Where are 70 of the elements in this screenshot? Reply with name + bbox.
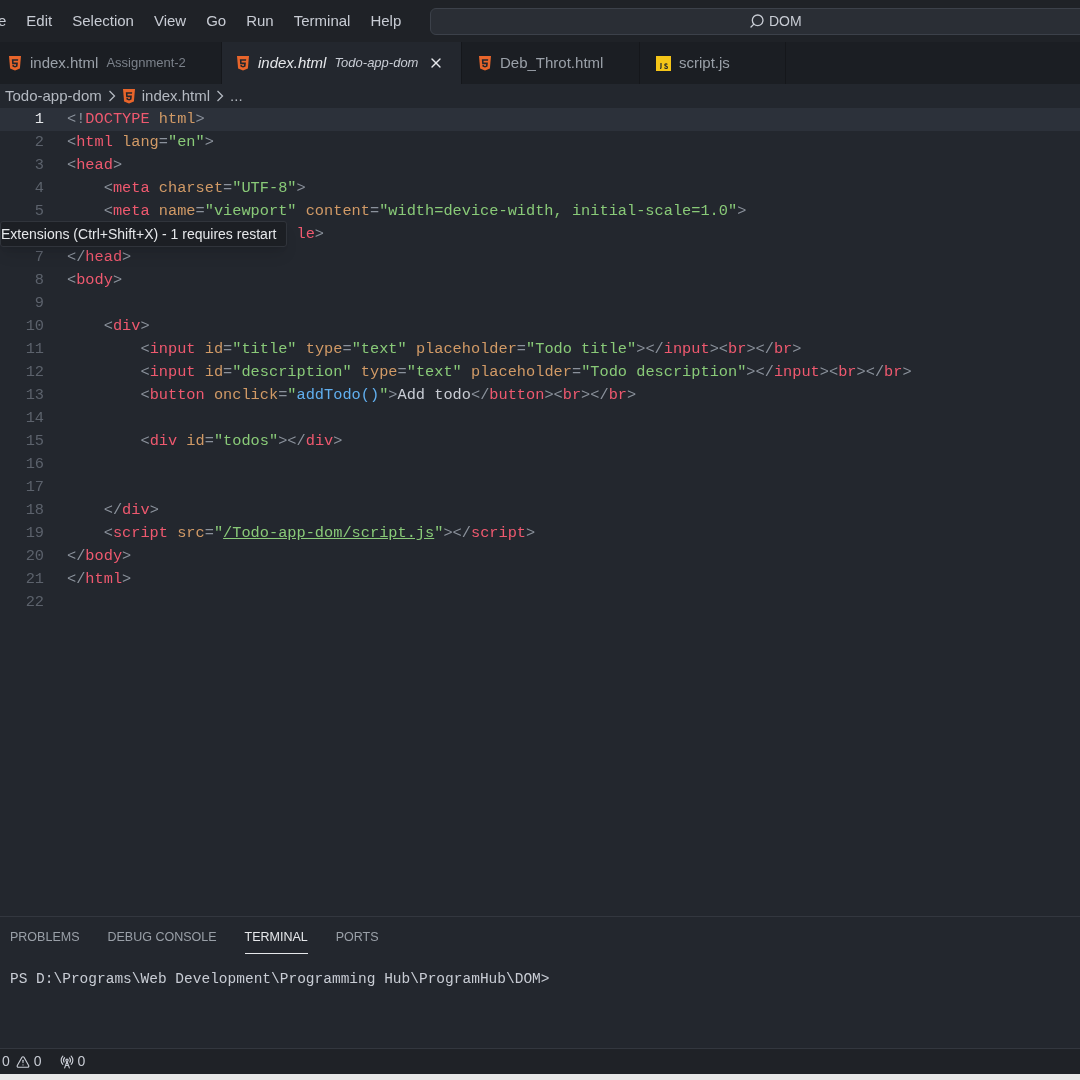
menu-item[interactable]: View (153, 9, 187, 33)
code-line: <head> (67, 155, 123, 177)
line-number: 12 (25, 363, 44, 382)
line-number: 17 (25, 478, 44, 497)
code-line: <script src="/Todo-app-dom/script.js"></script> (103, 523, 536, 545)
code-line: <button onclick="addTodo()">Add todo</button><br></br> (140, 385, 637, 407)
menu-item[interactable]: Selection (72, 9, 134, 33)
status-item[interactable]: 0 (59, 1051, 86, 1072)
search-icon (748, 13, 765, 29)
code-line: <html lang="en"> (67, 132, 214, 154)
js-file-icon (656, 55, 671, 71)
antenna-icon (59, 1054, 74, 1069)
html-file-icon (8, 55, 22, 71)
line-number: 1 (34, 110, 44, 129)
terminal-prompt: PS D:\Programs\Web Development\Programming Hub\ProgramHub\DOM> (10, 971, 550, 987)
code-line: <meta name="viewport" content="width=device-width, initial-scale=1.0"> (103, 201, 747, 223)
line-number: 20 (25, 547, 44, 566)
panel-tab[interactable]: TERMINAL (244, 922, 308, 954)
code-line: </head> (67, 247, 132, 269)
line-number: 13 (25, 386, 44, 405)
panel-tab[interactable]: DEBUG CONSOLE (107, 922, 217, 954)
line-number: 7 (34, 248, 44, 267)
chevron-icon (216, 90, 225, 102)
chevron-icon (107, 90, 116, 102)
menu-item[interactable]: Edit (26, 9, 53, 33)
line-number: 8 (34, 271, 44, 290)
html-file-icon (236, 55, 250, 71)
tooltip: Extensions (Ctrl+Shift+X) - 1 requires restart (0, 221, 288, 247)
breadcrumb-item[interactable]: index.html (121, 84, 211, 108)
line-number: 22 (25, 593, 44, 612)
line-number: 19 (25, 524, 44, 543)
line-number: 14 (25, 409, 44, 428)
line-number: 11 (25, 340, 44, 359)
line-number: 18 (25, 501, 44, 520)
line-number: 16 (25, 455, 44, 474)
line-number: 15 (25, 432, 44, 451)
status-item[interactable]: 0 (15, 1051, 42, 1072)
menu-item[interactable]: Terminal (293, 9, 351, 33)
menu-item[interactable]: Go (206, 9, 227, 33)
warning-icon (15, 1054, 30, 1069)
line-number: 2 (34, 133, 44, 152)
line-number: 4 (34, 179, 44, 198)
line-number: 3 (34, 156, 44, 175)
code-line: </div> (103, 500, 159, 522)
code-line: <input id="title" type="text" placeholder="Todo title"></input><br></br> (140, 339, 802, 361)
line-number: 9 (34, 294, 44, 313)
panel-tab[interactable]: PORTS (335, 922, 379, 954)
breadcrumb-item[interactable]: Todo-app-dom (5, 84, 102, 108)
code-line: <body> (67, 270, 123, 292)
code-line: </html> (67, 569, 132, 591)
line-number: 21 (25, 570, 44, 589)
menu-item[interactable]: Help (370, 9, 402, 33)
breadcrumb-item[interactable]: ... (230, 84, 243, 108)
status-item[interactable]: 0 (2, 1051, 10, 1072)
code-line: <div id="todos"></div> (140, 431, 343, 453)
search-field[interactable]: DOM (430, 7, 1080, 35)
code-line: <meta charset="UTF-8"> (103, 178, 306, 200)
html-file-icon (478, 55, 492, 71)
code-line: le> (296, 224, 325, 246)
panel-tab[interactable]: PROBLEMS (10, 922, 80, 954)
editor-tab[interactable]: index.html Todo-app-dom (222, 42, 462, 84)
search-text: DOM (768, 11, 802, 31)
line-number: 5 (34, 202, 44, 221)
code-line: </body> (67, 546, 132, 568)
code-line: <div> (103, 316, 150, 338)
line-number: 10 (25, 317, 44, 336)
menu-item[interactable]: Run (246, 9, 274, 33)
code-line: <input id="description" type="text" placeholder="Todo description"></input><br></br> (140, 362, 912, 384)
html-file-icon (121, 88, 136, 104)
code-line: <!DOCTYPE html> (67, 109, 205, 131)
